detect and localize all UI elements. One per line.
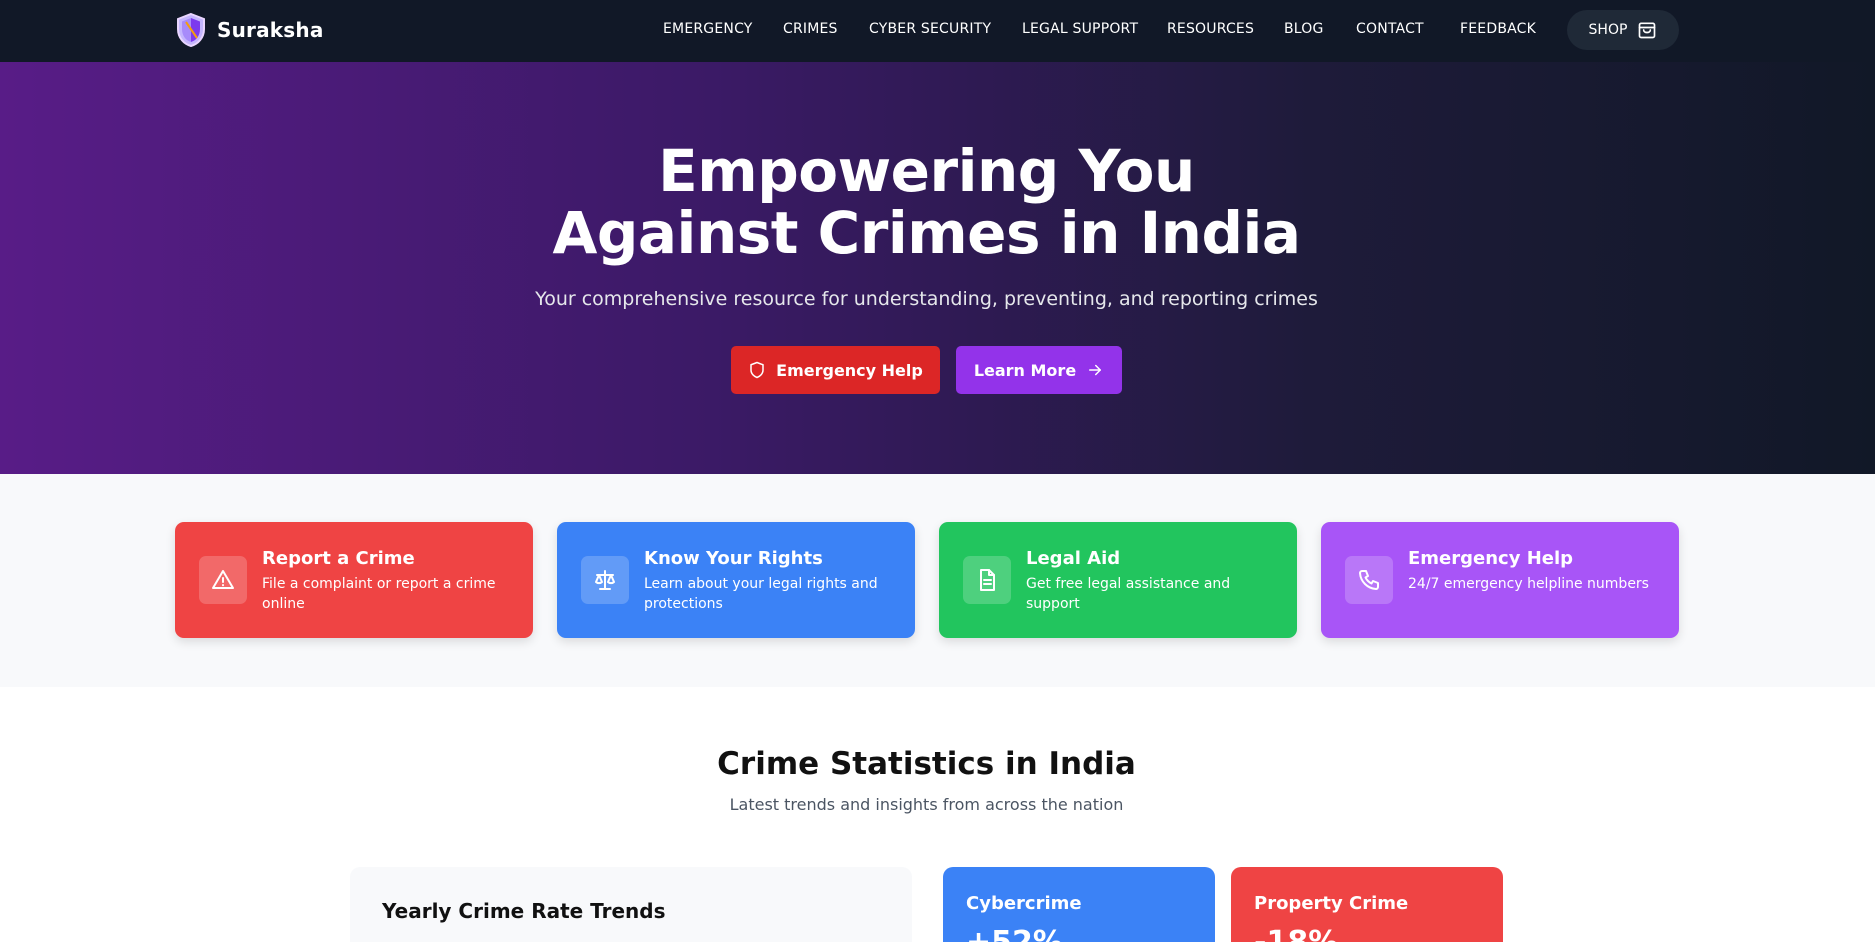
stat-card-value: +52% xyxy=(966,925,1063,942)
card-emergency-help[interactable]: Emergency Help 24/7 emergency helpline n… xyxy=(1321,522,1679,638)
quick-links-section: Report a Crime File a complaint or repor… xyxy=(0,474,1875,687)
card-description: Learn about your legal rights and protec… xyxy=(644,576,878,612)
card-title: Know Your Rights xyxy=(644,548,823,569)
nav-legal-support[interactable]: LEGAL SUPPORT xyxy=(1022,21,1138,37)
alert-triangle-icon xyxy=(199,556,247,604)
card-description: File a complaint or report a crime onlin… xyxy=(262,576,496,612)
brand-name: Suraksha xyxy=(217,18,324,42)
shopping-bag-icon xyxy=(1639,22,1656,39)
card-legal-aid[interactable]: Legal Aid Get free legal assistance and … xyxy=(939,522,1297,638)
document-icon xyxy=(963,556,1011,604)
scale-icon xyxy=(581,556,629,604)
emergency-help-button[interactable]: Emergency Help xyxy=(731,346,940,394)
panel-title: Yearly Crime Rate Trends xyxy=(382,899,666,923)
top-navbar: Suraksha EMERGENCY CRIMES CYBER SECURITY… xyxy=(0,0,1875,62)
phone-icon xyxy=(1345,556,1393,604)
learn-more-label: Learn More xyxy=(973,360,1077,380)
arrow-right-icon xyxy=(1089,364,1102,376)
card-title: Legal Aid xyxy=(1026,548,1121,569)
card-title: Report a Crime xyxy=(262,548,415,569)
shield-logo-icon xyxy=(177,12,205,48)
nav-blog[interactable]: BLOG xyxy=(1284,21,1324,37)
hero-title-line-1: Empowering You xyxy=(658,137,1195,205)
nav-contact[interactable]: CONTACT xyxy=(1356,21,1424,37)
stat-card-cybercrime: Cybercrime +52% xyxy=(943,867,1215,942)
stat-card-title: Cybercrime xyxy=(966,893,1082,914)
card-know-your-rights[interactable]: Know Your Rights Learn about your legal … xyxy=(557,522,915,638)
nav-feedback[interactable]: FEEDBACK xyxy=(1460,21,1536,37)
shop-button[interactable]: SHOP xyxy=(1567,10,1679,50)
brand-logo[interactable]: Suraksha xyxy=(175,12,324,48)
nav-emergency[interactable]: EMERGENCY xyxy=(663,21,753,37)
card-title: Emergency Help xyxy=(1408,548,1574,569)
hero-title: Empowering You Against Crimes in India xyxy=(0,140,1853,264)
stats-subtitle: Latest trends and insights from across t… xyxy=(729,795,1124,814)
stat-card-property-crime: Property Crime -18% xyxy=(1231,867,1503,942)
stat-card-title: Property Crime xyxy=(1254,893,1409,914)
stats-title: Crime Statistics in India xyxy=(717,746,1136,782)
learn-more-button[interactable]: Learn More xyxy=(956,346,1122,394)
nav-cyber-security[interactable]: CYBER SECURITY xyxy=(869,21,991,37)
emergency-help-label: Emergency Help xyxy=(776,360,923,380)
card-description: 24/7 emergency helpline numbers xyxy=(1408,576,1649,592)
nav-resources[interactable]: RESOURCES xyxy=(1167,21,1254,37)
card-description: Get free legal assistance and support xyxy=(1026,576,1231,612)
card-report-a-crime[interactable]: Report a Crime File a complaint or repor… xyxy=(175,522,533,638)
hero-section: Empowering You Against Crimes in India Y… xyxy=(0,62,1875,474)
stat-card-value: -18% xyxy=(1254,925,1338,942)
nav-crimes[interactable]: CRIMES xyxy=(783,21,838,37)
hero-title-line-2: Against Crimes in India xyxy=(552,199,1301,267)
hero-subtitle: Your comprehensive resource for understa… xyxy=(535,288,1318,310)
yearly-trend-panel: Yearly Crime Rate Trends xyxy=(350,867,912,942)
shield-icon xyxy=(750,361,764,379)
shop-label: SHOP xyxy=(1588,22,1628,38)
